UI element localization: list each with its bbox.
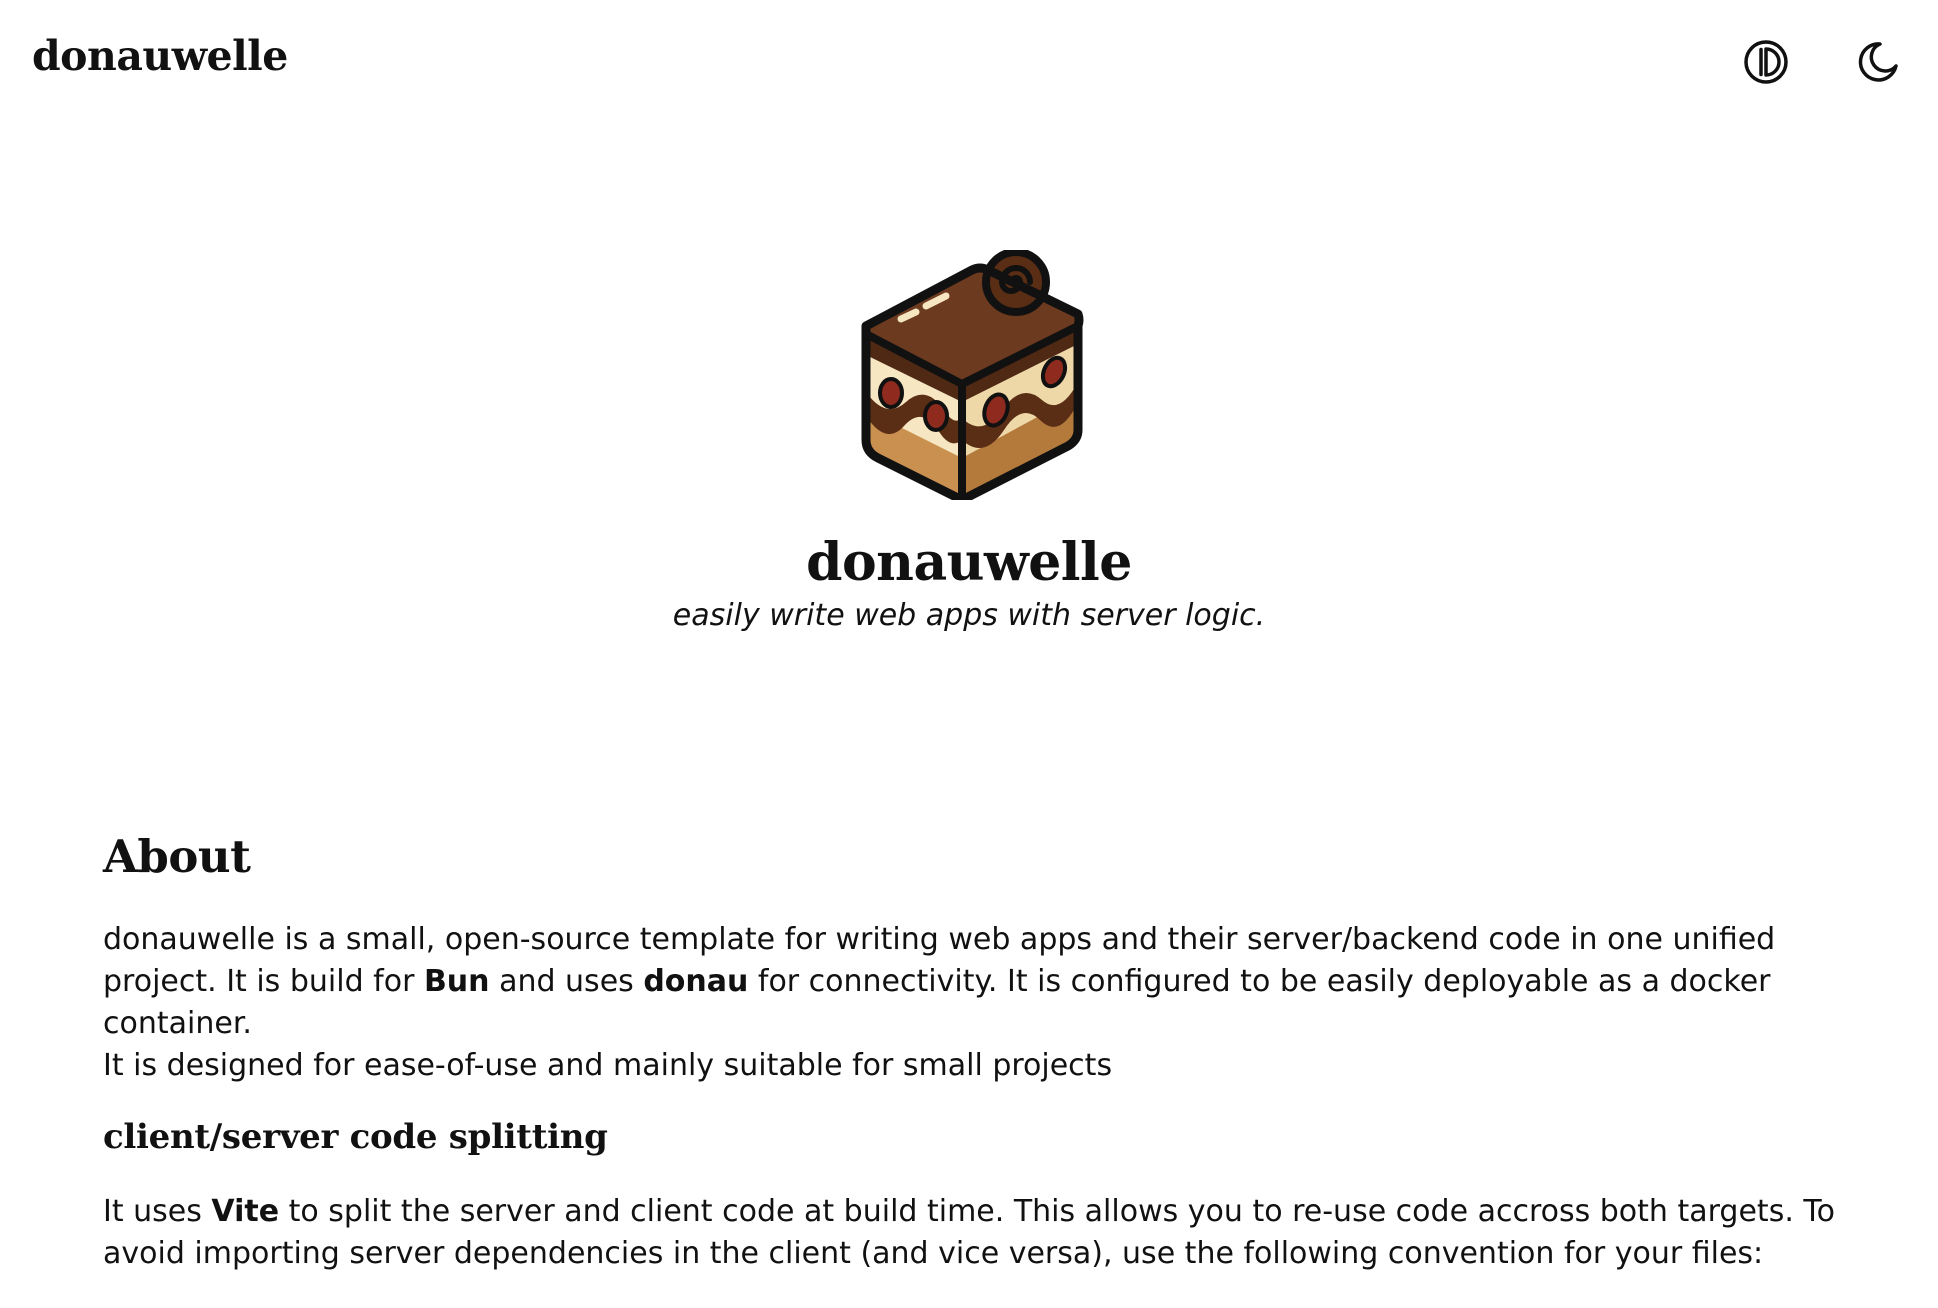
about-paragraph: donauwelle is a small, open-source templ… (103, 919, 1863, 1087)
theme-toggle-button[interactable] (1850, 34, 1906, 90)
cake-logo-icon (861, 250, 1084, 500)
bun-emphasis: Bun (423, 964, 490, 999)
splitting-text-part: It uses (103, 1194, 212, 1229)
site-title-link[interactable]: donauwelle (32, 32, 288, 80)
about-text-line: It is designed for ease-of-use and mainl… (103, 1048, 1113, 1083)
about-heading: About (103, 830, 251, 883)
code-splitting-paragraph: It uses Vite to split the server and cli… (103, 1191, 1863, 1275)
about-text-part: and uses (489, 964, 644, 999)
main-content: About donauwelle is a small, open-source… (103, 830, 1863, 1275)
contrast-toggle-button[interactable] (1738, 34, 1794, 90)
moon-icon (1858, 42, 1898, 82)
hero-subtitle: easily write web apps with server logic. (672, 598, 1266, 633)
page: donauwelle donauwelle easily write web a… (0, 0, 1938, 1308)
vite-emphasis: Vite (211, 1194, 280, 1229)
donau-emphasis: donau (643, 964, 749, 999)
code-splitting-heading: client/server code splitting (103, 1117, 608, 1157)
hero-title: donauwelle (806, 532, 1132, 593)
contrast-icon (1744, 40, 1788, 84)
splitting-text-part: to split the server and client code at b… (103, 1194, 1835, 1271)
top-bar: donauwelle (0, 0, 1938, 124)
